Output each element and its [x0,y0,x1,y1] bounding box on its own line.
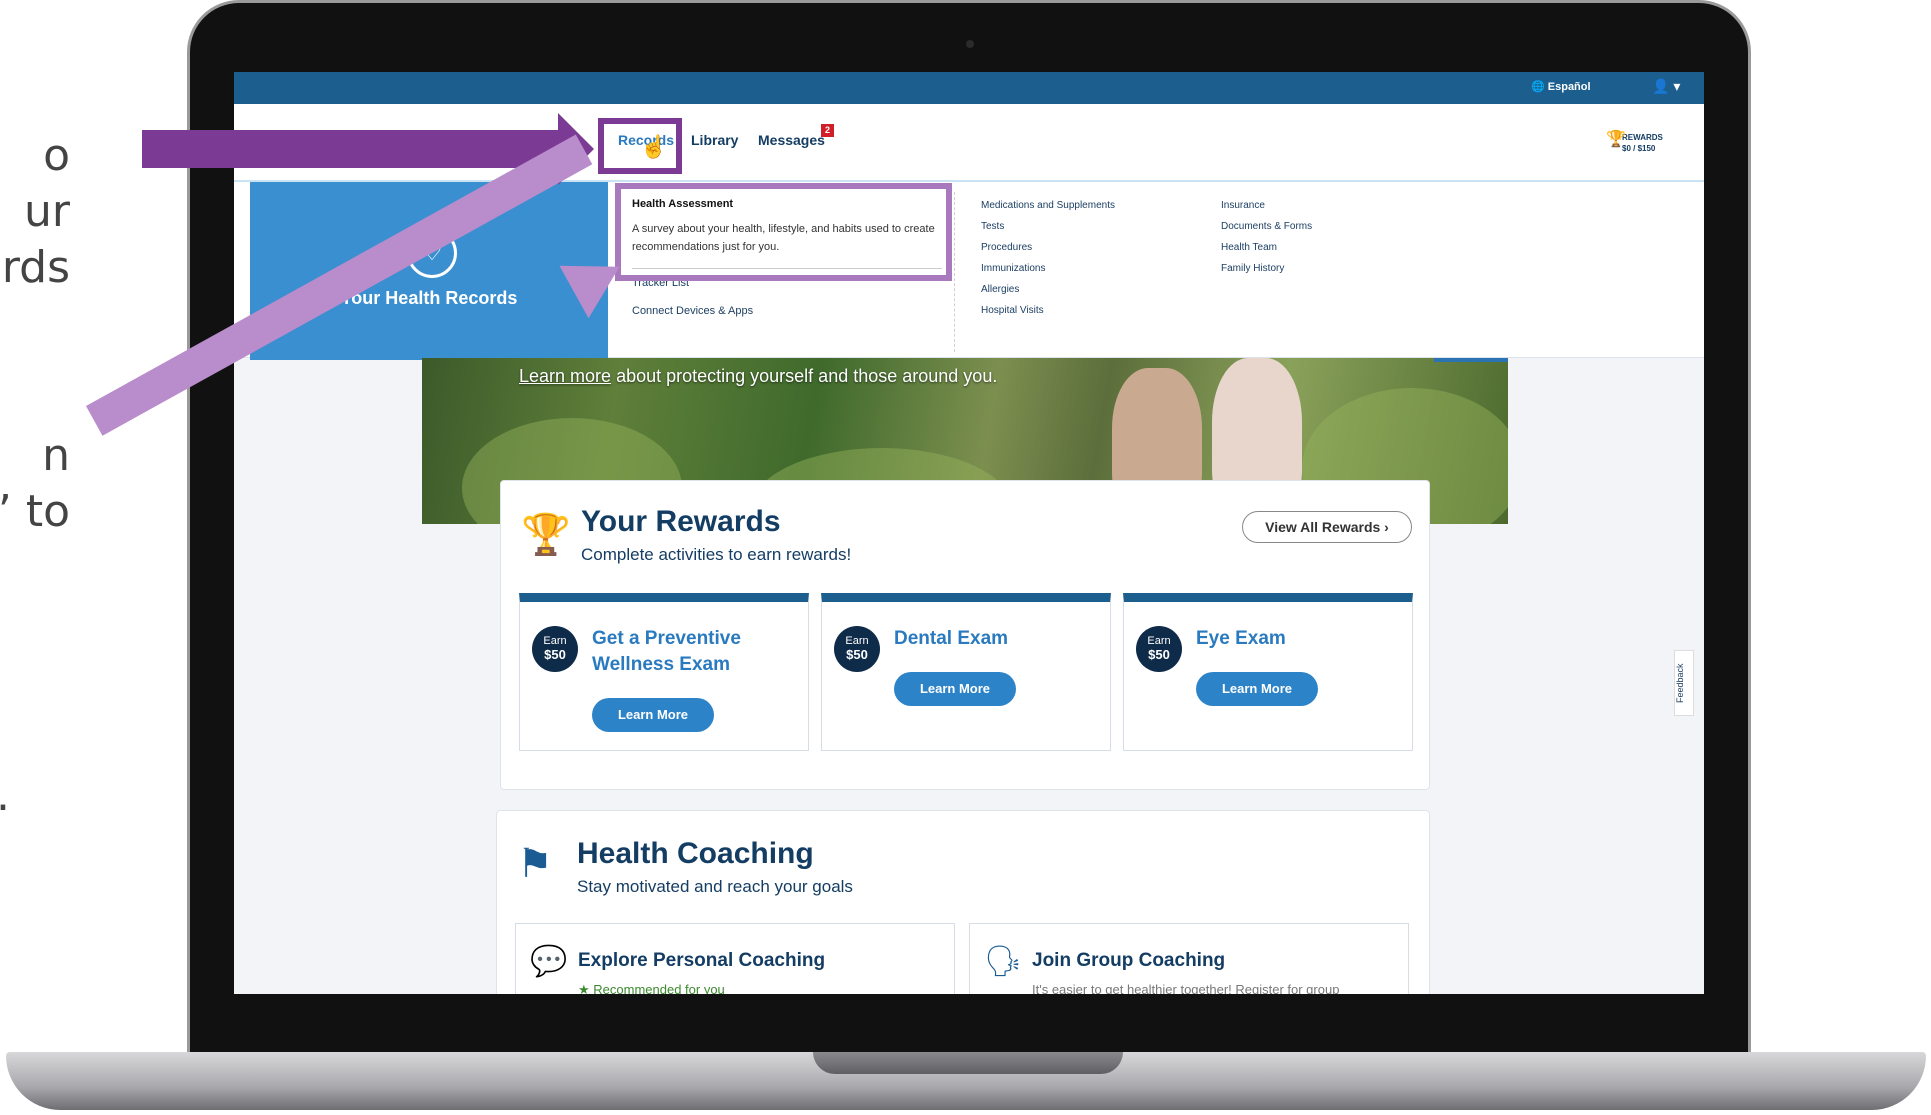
view-all-label: View All Rewards [1265,519,1381,535]
stage: o ur rds n ” to . 🌐 Español 👤 ▾ Records … [0,0,1931,1115]
messages-badge: 2 [821,124,834,137]
family-history-link[interactable]: Family History [1221,263,1312,284]
earn-amount: $50 [1148,647,1170,662]
tutorial-text-b: n ” to [0,430,70,537]
coaching-title: Health Coaching [577,837,814,870]
laptop-notch [813,1052,1123,1074]
tracker-list-link[interactable]: Tracker List [632,277,942,305]
trophy-icon: 🏆 [1606,131,1626,148]
coaching-tile-sub: ★ Recommended for you [578,982,725,994]
group-chat-icon: 🗣 [984,945,1023,978]
reward-title[interactable]: Get a Preventive Wellness Exam [592,626,792,678]
reward-tile: Earn $50 Dental Exam Learn More [821,593,1111,751]
dropdown-mid-column: Medications and Supplements Tests Proced… [981,200,1115,326]
learn-more-button[interactable]: Learn More [1196,672,1318,706]
rewards-card: 🏆 Your Rewards Complete activities to ea… [500,480,1430,790]
rewards-summary[interactable]: 🏆 REWARDS $0 / $150 [1606,132,1663,154]
recommended-label: Recommended for you [593,982,725,994]
learn-more-button[interactable]: Learn More [894,672,1016,706]
rewards-label: REWARDS [1622,133,1663,142]
health-team-link[interactable]: Health Team [1221,242,1312,263]
connect-devices-link[interactable]: Connect Devices & Apps [632,305,942,333]
earn-amount: $50 [846,647,868,662]
rewards-subtitle: Complete activities to earn rewards! [581,545,852,564]
reward-tile: Earn $50 Get a Preventive Wellness Exam L… [519,593,809,751]
hero-message-text: about protecting yourself and those arou… [611,366,998,386]
reward-title[interactable]: Eye Exam [1196,626,1396,652]
flag-icon: ⚑ [517,842,553,886]
tests-link[interactable]: Tests [981,221,1115,242]
earn-amount: $50 [544,647,566,662]
laptop-camera [966,40,974,48]
earn-badge: Earn $50 [834,626,880,672]
trophy-icon: 🏆 [521,513,571,557]
procedures-link[interactable]: Procedures [981,242,1115,263]
language-label: Español [1547,81,1591,93]
hospital-visits-link[interactable]: Hospital Visits [981,305,1115,326]
user-icon[interactable]: 👤 ▾ [1652,78,1680,95]
earn-badge: Earn $50 [1136,626,1182,672]
insurance-link[interactable]: Insurance [1221,200,1312,221]
arrow-to-records [142,130,560,168]
learn-more-button[interactable]: Learn More [592,698,714,732]
documents-forms-link[interactable]: Documents & Forms [1221,221,1312,242]
hero-message: Learn more about protecting yourself and… [519,366,997,387]
health-coaching-card: ⚑ Health Coaching Stay motivated and rea… [496,810,1430,994]
tutorial-text-a: o ur rds [1,130,70,293]
view-all-rewards-button[interactable]: View All Rewards › [1242,511,1412,543]
coaching-tile-title: Explore Personal Coaching [578,950,826,971]
rewards-title: Your Rewards [581,505,781,538]
health-assessment-highlight-box [615,183,952,281]
earn-badge: Earn $50 [532,626,578,672]
medications-link[interactable]: Medications and Supplements [981,200,1115,221]
nav-library[interactable]: Library [691,132,738,148]
immunizations-link[interactable]: Immunizations [981,263,1115,284]
dropdown-column-divider [954,192,955,352]
nav-messages[interactable]: Messages [758,132,825,148]
reward-title[interactable]: Dental Exam [894,626,1094,652]
hero-accent [1434,358,1508,362]
records-highlight-box [598,118,682,174]
earn-label: Earn [1147,635,1171,647]
rewards-value: $0 / $150 [1622,144,1656,153]
coaching-subtitle: Stay motivated and reach your goals [577,877,853,896]
coach-chat-icon: 💬 [530,945,568,978]
tutorial-text-c: . [0,768,10,824]
top-strip: 🌐 Español 👤 ▾ [234,72,1704,104]
allergies-link[interactable]: Allergies [981,284,1115,305]
coaching-tile[interactable]: 💬 Explore Personal Coaching ★ Recommende… [515,923,955,994]
earn-label: Earn [845,635,869,647]
feedback-tab[interactable]: Feedback [1674,650,1694,716]
reward-tile: Earn $50 Eye Exam Learn More [1123,593,1413,751]
earn-label: Earn [543,635,567,647]
dropdown-right-column: Insurance Documents & Forms Health Team … [1221,200,1312,284]
learn-more-link[interactable]: Learn more [519,366,611,386]
coaching-tile-sub: It's easier to get healthier together! R… [1032,982,1340,994]
coaching-tile-title: Join Group Coaching [1032,950,1226,971]
health-records-panel[interactable]: ♡ Your Health Records [250,182,608,360]
language-link[interactable]: 🌐 Español [1531,80,1591,93]
coaching-tile[interactable]: 🗣 Join Group Coaching It's easier to get… [969,923,1409,994]
